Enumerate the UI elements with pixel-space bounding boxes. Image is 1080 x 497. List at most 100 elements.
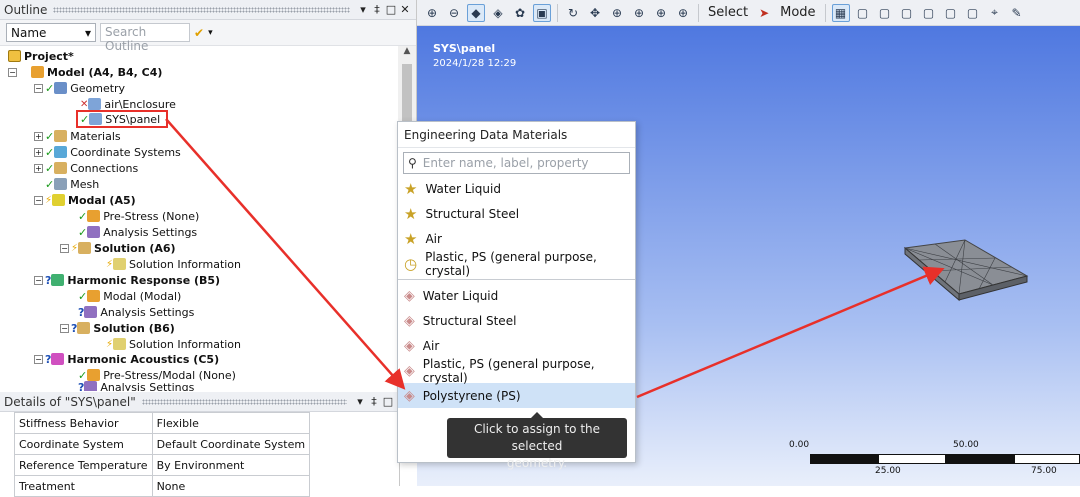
material-item-air-favorite[interactable]: ★ Air [398,226,635,251]
check-icon: ✓ [45,161,55,175]
dropdown-icon[interactable]: ▾ [356,3,370,16]
select-vertex-icon[interactable]: ▢ [854,4,872,22]
connections-icon [54,162,68,174]
material-item-plastic-ps[interactable]: ◈ Plastic, PS (general purpose, crystal) [398,357,635,385]
collapse-icon[interactable]: − [60,323,69,333]
project-icon [8,50,21,62]
collapse-icon[interactable]: − [8,67,17,77]
check-icon: ✓ [45,81,55,95]
tree-item-geometry[interactable]: − ✓ Geometry [34,80,125,96]
collapse-icon[interactable]: − [34,83,43,93]
pin-icon[interactable]: ‡ [367,395,381,408]
select-node-icon[interactable]: ▢ [964,4,982,22]
acoustics-icon [51,353,65,365]
tree-item-pre-stress[interactable]: ✓ Pre-Stress (None) [78,208,199,224]
tree-item-harmonic-response[interactable]: − ? Harmonic Response (B5) [34,272,220,288]
close-icon[interactable]: ✕ [398,3,412,16]
check-icon: ✓ [45,145,55,159]
zoom-out-icon[interactable]: ⊖ [445,4,463,22]
zoom-box-icon[interactable]: ⊕ [630,4,648,22]
scroll-up-icon[interactable]: ▲ [398,46,416,56]
tree-item-harmonic-acoustics[interactable]: − ? Harmonic Acoustics (C5) [34,351,219,367]
label-icon[interactable]: ✎ [1008,4,1026,22]
assign-tooltip: Click to assign to the selected geometry… [447,412,627,470]
zoom-all-icon[interactable]: ⊕ [674,4,692,22]
select-element-icon[interactable]: ▢ [942,4,960,22]
collapse-icon[interactable]: − [34,275,43,285]
tree-item-solution-info-b[interactable]: ⚡ Solution Information [106,336,241,352]
tree-item-model[interactable]: − Model (A4, B4, C4) [8,64,162,80]
details-value[interactable]: Flexible [151,412,311,434]
dropdown-icon[interactable]: ▾ [353,395,367,408]
coordinate-icon[interactable]: ⌖ [986,4,1004,22]
details-value[interactable]: By Environment [151,454,311,476]
expand-icon[interactable]: + [34,147,43,157]
zoom-icon[interactable]: ⊕ [608,4,626,22]
tree-item-solution-info-a[interactable]: ⚡ Solution Information [106,256,241,272]
outline-title: Outline [4,2,48,17]
cursor-icon[interactable]: ➤ [755,4,773,22]
lightning-icon: ⚡ [71,242,79,254]
tree-item-analysis-settings-c[interactable]: ? Analysis Settings [78,381,194,391]
select-mesh-icon[interactable]: ▦ [831,3,850,22]
maximize-icon[interactable]: □ [381,395,395,408]
tree-item-mesh[interactable]: ✓ Mesh [45,176,99,192]
material-item-polystyrene[interactable]: ◈ Polystyrene (PS) [398,383,635,408]
tree-item-sys-panel[interactable]: ✓ SYS\panel [76,110,169,128]
expand-icon[interactable]: + [34,131,43,141]
tree-item-analysis-settings-a[interactable]: ✓ Analysis Settings [78,224,197,240]
tree-item-solution-b6[interactable]: − ? Solution (B6) [60,320,175,336]
lightning-icon: ⚡ [45,194,53,206]
zoom-in-icon[interactable]: ⊕ [423,4,441,22]
zoom-fit-icon[interactable]: ⊕ [652,4,670,22]
section-view-icon[interactable]: ▣ [533,3,551,22]
materials-popup-title: Engineering Data Materials [398,122,635,148]
select-face-icon[interactable]: ▢ [898,4,916,22]
select-body-icon[interactable]: ▢ [920,4,938,22]
expand-icon[interactable]: + [34,163,43,173]
material-item-water-liquid[interactable]: ◈ Water Liquid [398,283,635,308]
details-value[interactable]: Default Coordinate System [151,433,311,455]
search-outline-input[interactable]: Search Outline [100,23,190,53]
material-item-air[interactable]: ◈ Air [398,333,635,358]
tag-icon: ◈ [404,387,415,404]
pin-icon[interactable]: ‡ [370,3,384,16]
mode-dropdown[interactable]: Mode [777,5,818,20]
filter-chevron-icon[interactable]: ✔ [194,26,204,40]
tree-item-solution-a6[interactable]: − ⚡ Solution (A6) [60,240,176,256]
pan-icon[interactable]: ✥ [586,4,604,22]
axes-icon [54,146,68,158]
collapse-icon[interactable]: − [34,195,43,205]
select-edge-icon[interactable]: ▢ [876,4,894,22]
chevron-down-icon[interactable]: ▾ [208,28,213,38]
select-mode-button[interactable]: Select [705,5,751,20]
tree-item-connections[interactable]: + ✓ Connections [34,160,138,176]
material-item-water-liquid-favorite[interactable]: ★ Water Liquid [398,176,635,201]
tree-item-project[interactable]: Project* [8,48,74,64]
tree-item-materials[interactable]: + ✓ Materials [34,128,121,144]
tree-item-modal-a5[interactable]: − ⚡ Modal (A5) [34,192,136,208]
name-filter-select[interactable]: Name ▾ [6,23,96,42]
chevron-down-icon: ▾ [84,25,91,40]
panel-geometry[interactable] [897,236,1047,306]
collapse-icon[interactable]: − [34,354,43,364]
lightning-icon: ⚡ [106,258,114,270]
material-item-structural-steel-favorite[interactable]: ★ Structural Steel [398,201,635,226]
check-icon: ✓ [78,289,88,303]
collapse-icon[interactable]: − [60,243,69,253]
maximize-icon[interactable]: □ [384,3,398,16]
rotate-icon[interactable]: ↻ [564,4,582,22]
details-value[interactable]: None [151,475,311,497]
tree-item-analysis-settings-b[interactable]: ? Analysis Settings [78,304,194,320]
material-item-structural-steel[interactable]: ◈ Structural Steel [398,308,635,333]
shaded-view-icon[interactable]: ◈ [489,4,507,22]
material-item-plastic-ps-recent[interactable]: ◷ Plastic, PS (general purpose, crystal) [398,250,635,278]
outline-panel: Outline ▾ ‡ □ ✕ Name ▾ Search Outline ✔ … [0,0,417,392]
material-search-input[interactable]: ⚲ Enter name, label, property [403,152,630,174]
cloud-icon[interactable]: ✿ [511,4,529,22]
tree-item-modal-modal[interactable]: ✓ Modal (Modal) [78,288,181,304]
tree-item-coordinate-systems[interactable]: + ✓ Coordinate Systems [34,144,181,160]
solid-view-icon[interactable]: ◆ [467,3,485,22]
clock-icon: ◷ [404,254,418,273]
scale-label: 25.00 [875,466,901,476]
